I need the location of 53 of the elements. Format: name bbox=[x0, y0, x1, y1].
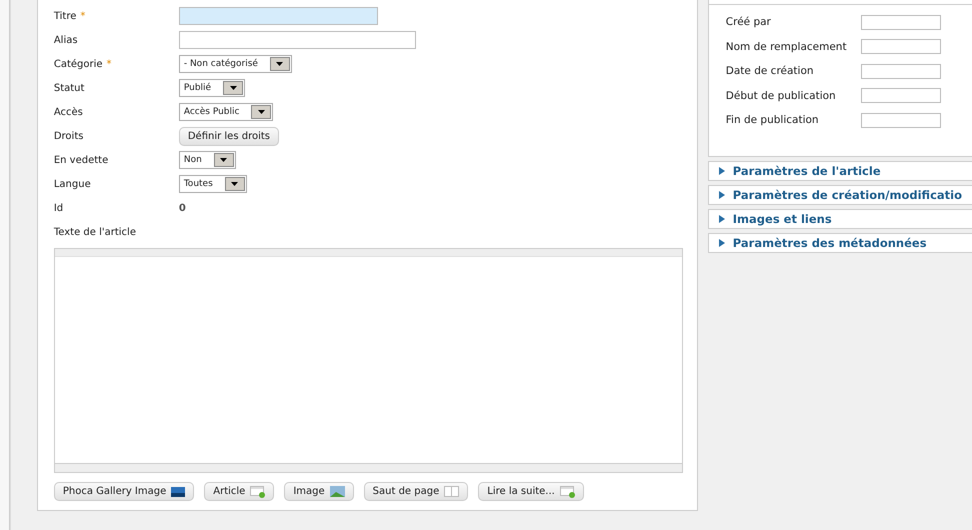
document-add-icon bbox=[250, 486, 266, 498]
field-label: Créé par bbox=[726, 16, 772, 28]
document-add-icon bbox=[560, 486, 575, 498]
dropdown-arrow-icon bbox=[258, 110, 265, 114]
dropdown-select[interactable]: - Non catégorisé bbox=[178, 55, 292, 73]
text-input-field[interactable] bbox=[860, 88, 941, 104]
accordion-header[interactable]: Paramètres de création/modificatio bbox=[708, 185, 972, 205]
field-label: Titre * bbox=[54, 10, 86, 22]
triangle-icon bbox=[718, 167, 725, 175]
text-input-field[interactable] bbox=[178, 31, 416, 49]
dropdown-select[interactable]: Toutes bbox=[178, 175, 247, 193]
text-input-field[interactable] bbox=[860, 39, 941, 54]
set-permissions-button[interactable]: Définir les droits bbox=[178, 126, 279, 146]
field-label: Alias bbox=[54, 34, 79, 46]
text-input-field[interactable] bbox=[860, 64, 941, 79]
landscape-image-icon bbox=[171, 486, 186, 496]
dropdown-select[interactable]: Non bbox=[178, 151, 236, 169]
field-label: Langue bbox=[54, 178, 92, 190]
picture-icon bbox=[330, 486, 345, 497]
field-label: Id bbox=[54, 202, 64, 214]
triangle-icon bbox=[718, 215, 725, 223]
field-label: Nom de remplacement bbox=[726, 40, 848, 53]
accordion-header[interactable]: Images et liens bbox=[708, 209, 972, 229]
field-label: Accès bbox=[54, 106, 84, 118]
page-break-icon bbox=[444, 486, 460, 497]
dropdown-select[interactable]: Publié bbox=[178, 79, 246, 97]
dropdown-arrow-icon bbox=[276, 62, 284, 66]
editor-button[interactable]: Lire la suite... bbox=[478, 482, 584, 501]
field-label: Texte de l'article bbox=[54, 226, 136, 238]
text-editor-area[interactable] bbox=[54, 248, 683, 473]
editor-button[interactable]: Saut de page bbox=[364, 482, 468, 501]
field-label: Droits bbox=[54, 130, 84, 142]
field-label: En vedette bbox=[54, 154, 110, 166]
text-input-field[interactable] bbox=[860, 14, 941, 30]
editor-button[interactable]: Phoca Gallery Image bbox=[54, 482, 194, 501]
dropdown-select[interactable]: Accès Public bbox=[178, 103, 274, 121]
triangle-icon bbox=[718, 191, 725, 199]
dropdown-arrow-icon bbox=[231, 182, 238, 186]
accordion-header[interactable]: Paramètres des métadonnées bbox=[708, 233, 972, 253]
field-label: Date de création bbox=[726, 65, 815, 78]
id-value: 0 bbox=[178, 202, 186, 214]
editor-button[interactable]: Image bbox=[284, 482, 354, 501]
text-input-field[interactable] bbox=[860, 112, 941, 128]
accordion-header[interactable]: Paramètres de l'article bbox=[708, 161, 972, 181]
editor-button[interactable]: Article bbox=[204, 482, 274, 501]
field-label: Statut bbox=[54, 82, 86, 94]
field-label: Début de publication bbox=[726, 90, 837, 102]
triangle-icon bbox=[718, 239, 725, 247]
dropdown-arrow-icon bbox=[230, 86, 237, 90]
text-input-field[interactable] bbox=[178, 7, 378, 25]
field-label: Fin de publication bbox=[726, 114, 820, 126]
dropdown-arrow-icon bbox=[220, 158, 228, 162]
field-label: Catégorie * bbox=[54, 58, 113, 70]
